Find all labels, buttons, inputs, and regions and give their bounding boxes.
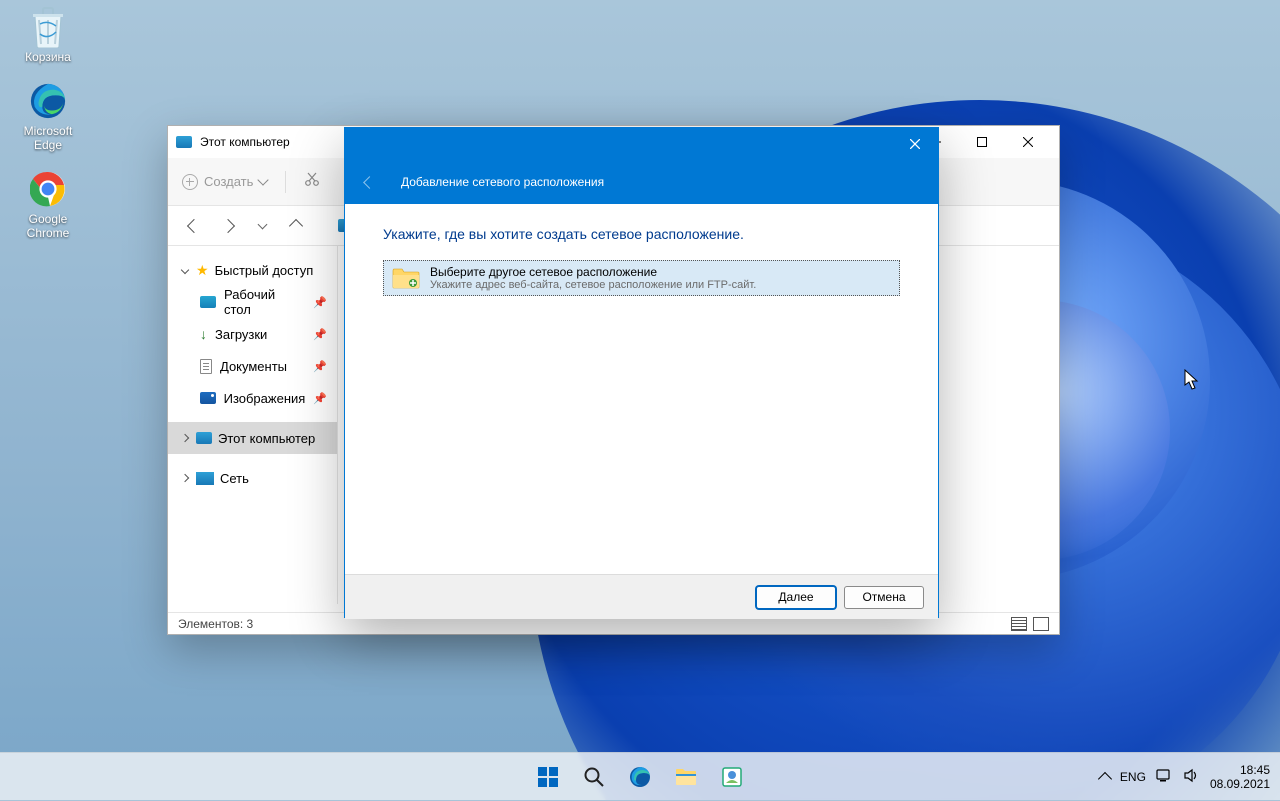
close-button[interactable]	[892, 128, 938, 160]
taskbar-explorer-icon[interactable]	[666, 757, 706, 797]
sidebar-item-desktop[interactable]: Рабочий стол📌	[168, 286, 337, 318]
create-label: Создать	[204, 174, 253, 189]
recycle-bin-icon[interactable]: Корзина	[10, 6, 86, 64]
maximize-button[interactable]	[959, 126, 1005, 158]
pin-icon: 📌	[313, 360, 327, 373]
expand-icon[interactable]	[180, 265, 190, 275]
edge-icon[interactable]: Microsoft Edge	[10, 80, 86, 152]
folder-icon	[392, 267, 420, 289]
language-indicator[interactable]: ENG	[1120, 770, 1146, 784]
date: 08.09.2021	[1210, 777, 1270, 791]
network-tray-icon[interactable]	[1156, 768, 1173, 786]
volume-tray-icon[interactable]	[1183, 768, 1200, 786]
taskbar: ENG 18:45 08.09.2021	[0, 752, 1280, 800]
chevron-down-icon	[258, 174, 269, 185]
expand-icon[interactable]	[180, 473, 190, 483]
separator	[285, 171, 286, 193]
close-button[interactable]	[1005, 126, 1051, 158]
navigation-pane: ★ Быстрый доступ Рабочий стол📌 ↓Загрузки…	[168, 246, 338, 604]
forward-button[interactable]	[216, 214, 240, 238]
icons-view-button[interactable]	[1033, 617, 1049, 631]
wizard-footer: Далее Отмена	[345, 574, 938, 619]
custom-location-option[interactable]: Выберите другое сетевое расположение Ука…	[383, 260, 900, 296]
mouse-cursor	[1184, 369, 1200, 391]
network-icon	[196, 472, 214, 485]
documents-icon	[200, 359, 212, 374]
wizard-titlebar[interactable]	[345, 128, 938, 160]
recycle-bin-label: Корзина	[10, 50, 86, 64]
pin-icon: 📌	[313, 296, 327, 309]
start-button[interactable]	[528, 757, 568, 797]
taskbar-edge-icon[interactable]	[620, 757, 660, 797]
time: 18:45	[1210, 763, 1270, 777]
create-button[interactable]: Создать	[182, 174, 267, 190]
chrome-label: Google Chrome	[10, 212, 86, 240]
chrome-icon[interactable]: Google Chrome	[10, 168, 86, 240]
this-pc-icon	[176, 136, 192, 148]
recent-button[interactable]	[250, 214, 274, 238]
star-icon: ★	[196, 262, 209, 279]
quick-access-item[interactable]: ★ Быстрый доступ	[168, 254, 337, 286]
sidebar-item-downloads[interactable]: ↓Загрузки📌	[168, 318, 337, 350]
pictures-icon	[200, 392, 216, 404]
sidebar-item-documents[interactable]: Документы📌	[168, 350, 337, 382]
back-button[interactable]	[361, 174, 377, 190]
downloads-icon: ↓	[200, 326, 207, 342]
cancel-button[interactable]: Отмена	[844, 586, 924, 609]
search-button[interactable]	[574, 757, 614, 797]
option-title: Выберите другое сетевое расположение	[430, 265, 891, 279]
sidebar-item-network[interactable]: Сеть	[168, 462, 337, 494]
details-view-button[interactable]	[1011, 617, 1027, 631]
next-button[interactable]: Далее	[756, 586, 836, 609]
wizard-header: Добавление сетевого расположения	[345, 160, 938, 204]
tray-chevron[interactable]	[1100, 770, 1110, 784]
taskbar-app-icon[interactable]	[712, 757, 752, 797]
this-pc-icon	[196, 432, 212, 444]
plus-icon	[182, 174, 198, 190]
pin-icon: 📌	[313, 392, 327, 405]
item-count: Элементов: 3	[178, 617, 253, 631]
edge-label: Microsoft Edge	[10, 124, 86, 152]
cut-button[interactable]	[304, 171, 320, 192]
desktop-icon	[200, 296, 216, 308]
quick-access-label: Быстрый доступ	[215, 263, 314, 278]
up-button[interactable]	[284, 214, 308, 238]
add-network-location-wizard: Добавление сетевого расположения Укажите…	[344, 127, 939, 618]
back-button[interactable]	[182, 214, 206, 238]
wizard-heading: Укажите, где вы хотите создать сетевое р…	[383, 226, 900, 242]
sidebar-item-pictures[interactable]: Изображения📌	[168, 382, 337, 414]
sidebar-item-this-pc[interactable]: Этот компьютер	[168, 422, 337, 454]
wizard-title: Добавление сетевого расположения	[401, 175, 604, 189]
clock[interactable]: 18:45 08.09.2021	[1210, 763, 1270, 791]
option-subtitle: Укажите адрес веб-сайта, сетевое располо…	[430, 279, 891, 291]
pin-icon: 📌	[313, 328, 327, 341]
expand-icon[interactable]	[180, 433, 190, 443]
